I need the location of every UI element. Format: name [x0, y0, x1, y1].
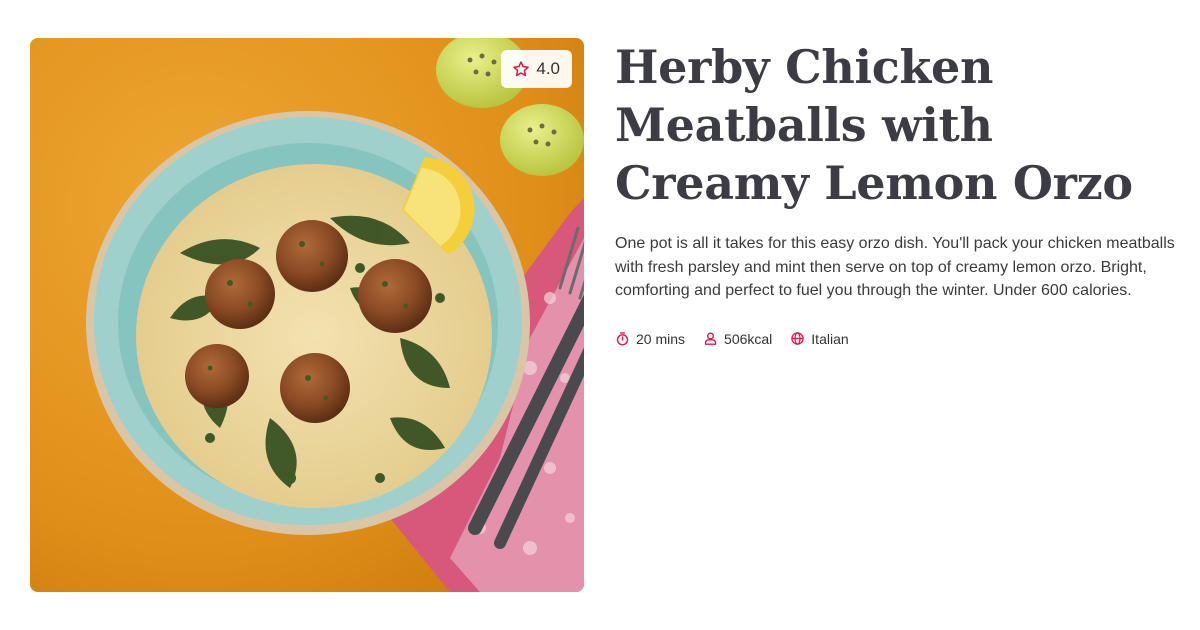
meta-calories: 506kcal	[703, 331, 772, 347]
recipe-content: Herby Chicken Meatballs with Creamy Lemo…	[615, 38, 1175, 347]
globe-icon	[791, 332, 805, 345]
star-icon	[512, 60, 530, 78]
meta-calories-value: 506kcal	[724, 330, 773, 347]
recipe-card: 4.0 Herby Chicken Meatballs with Creamy …	[0, 0, 1200, 630]
food-illustration	[30, 38, 584, 592]
rating-badge[interactable]: 4.0	[501, 50, 572, 88]
meta-time: 20 mins	[615, 331, 685, 347]
meta-cuisine-value: Italian	[811, 330, 849, 347]
rating-value: 4.0	[536, 59, 560, 78]
recipe-meta: 20 mins 506kcal Italian	[615, 331, 1175, 347]
recipe-title: Herby Chicken Meatballs with Creamy Lemo…	[615, 40, 1133, 210]
person-icon	[704, 332, 717, 345]
recipe-description: One pot is all it takes for this easy or…	[615, 235, 1175, 299]
stopwatch-icon	[616, 332, 629, 346]
meta-time-value: 20 mins	[636, 330, 686, 347]
meta-cuisine: Italian	[790, 330, 849, 347]
recipe-photo[interactable]: 4.0	[30, 38, 584, 592]
